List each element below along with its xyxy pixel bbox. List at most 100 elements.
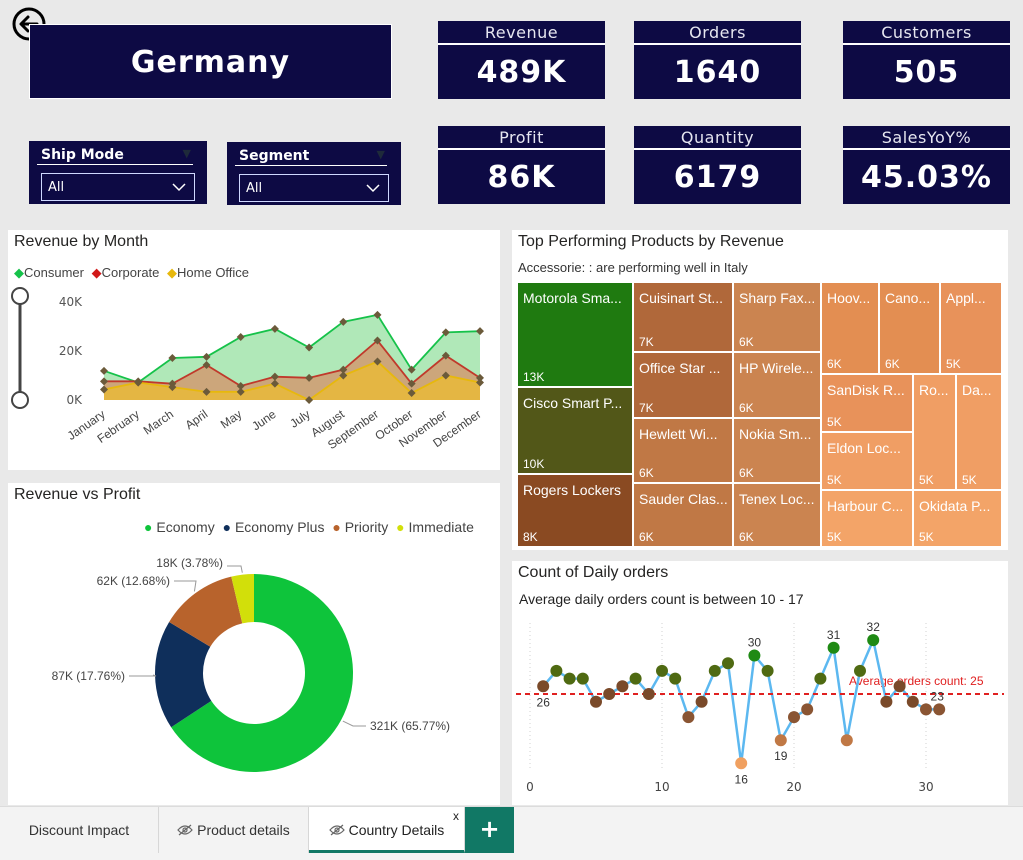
data-label: 19 <box>774 749 788 763</box>
data-point <box>708 664 721 677</box>
tile-name: SanDisk R... <box>827 382 905 398</box>
tile-name: Okidata P... <box>919 498 991 514</box>
tab-label: Discount Impact <box>28 822 130 838</box>
data-point <box>827 641 840 654</box>
data-point <box>840 734 853 747</box>
tile-value: 5K <box>827 530 842 544</box>
xtick-label: March <box>141 407 176 438</box>
data-label: 31 <box>827 628 841 642</box>
data-point <box>563 672 576 685</box>
treemap-tile[interactable]: Ro... 5K <box>913 374 956 490</box>
tab-label: Product details <box>197 822 290 838</box>
tile-name: Tenex Loc... <box>739 491 815 507</box>
tile-value: 8K <box>523 530 538 544</box>
kpi-value: 45.03% <box>861 160 992 195</box>
kpi-label: Customers <box>843 21 1010 45</box>
data-point <box>854 664 866 677</box>
treemap-tile[interactable]: Nokia Sm... 6K <box>733 418 821 483</box>
product-treemap: Motorola Sma... 13K Cisco Smart P... 10K Rog… <box>517 282 1003 547</box>
country-title: Germany <box>130 45 291 80</box>
treemap-tile[interactable]: Hewlett Wi... 6K <box>633 418 733 483</box>
treemap-tile[interactable]: Cisco Smart P... 10K <box>517 387 633 474</box>
data-point <box>933 703 946 716</box>
kpi-label: SalesYoY% <box>843 126 1010 150</box>
data-point <box>867 634 880 647</box>
treemap-tile[interactable]: Rogers Lockers 8K <box>517 474 633 547</box>
data-point <box>537 680 550 693</box>
revenue-by-month-panel: Revenue by Month ◆Consumer ◆Corporate ◆H… <box>8 230 500 470</box>
tile-name: Cano... <box>885 290 931 306</box>
treemap-tile[interactable]: Motorola Sma... 13K <box>517 282 633 387</box>
tab-discount-impact[interactable]: Discount Impact <box>0 807 159 853</box>
hidden-page-icon <box>177 824 194 836</box>
data-point <box>920 703 932 716</box>
treemap-tile[interactable]: Cuisinart St... 7K <box>633 282 733 352</box>
leader-line <box>227 565 243 573</box>
tile-name: Motorola Sma... <box>523 290 622 306</box>
kpi-sales-yoy: SalesYoY% 45.03% <box>843 126 1010 204</box>
data-point <box>695 695 708 708</box>
tile-value: 7K <box>639 335 654 349</box>
kpi-value: 1640 <box>673 55 762 90</box>
tile-name: Harbour C... <box>827 498 904 514</box>
data-point <box>669 672 682 685</box>
data-point <box>629 672 642 685</box>
tile-value: 5K <box>919 530 934 544</box>
segment-dropdown[interactable]: All <box>239 174 389 202</box>
treemap-tile[interactable]: Da... 5K <box>956 374 1002 490</box>
tab-country-details[interactable]: Country Details x <box>309 807 465 853</box>
data-point <box>682 711 695 724</box>
treemap-tile[interactable]: HP Wirele... 6K <box>733 352 821 418</box>
orders-line <box>542 635 940 764</box>
tile-value: 6K <box>739 530 754 544</box>
tab-product-details[interactable]: Product details <box>159 807 309 853</box>
data-point <box>788 711 800 724</box>
chevron-down-icon <box>172 183 186 192</box>
ship-mode-slicer: Ship Mode ▼ All <box>29 141 207 204</box>
xtick-label: June <box>249 407 279 434</box>
close-tab-icon[interactable]: x <box>453 793 459 839</box>
revenue-by-month-chart: JanuaryFebruaryMarch April May June JulyAugu… <box>65 310 484 452</box>
treemap-tile[interactable]: Sauder Clas... 6K <box>633 483 733 547</box>
kpi-value: 505 <box>893 55 960 90</box>
tile-name: Sharp Fax... <box>739 290 816 306</box>
data-point <box>735 757 748 770</box>
treemap-tile[interactable]: SanDisk R... 5K <box>821 374 913 432</box>
treemap-tile[interactable]: Sharp Fax... 6K <box>733 282 821 352</box>
tile-value: 5K <box>827 415 842 429</box>
tile-name: Ro... <box>919 382 949 398</box>
tile-value: 6K <box>639 466 654 480</box>
data-label: 321K (65.77%) <box>370 719 450 733</box>
treemap-tile[interactable]: Eldon Loc... 5K <box>821 432 913 490</box>
treemap-tile[interactable]: Okidata P... 5K <box>913 490 1002 547</box>
data-point <box>893 680 906 693</box>
treemap-tile[interactable]: Appl... 5K <box>940 282 1002 374</box>
treemap-tile[interactable]: Office Star ... 7K <box>633 352 733 418</box>
add-page-button[interactable]: + <box>465 807 514 853</box>
data-point <box>576 672 589 685</box>
kpi-quantity: Quantity 6179 <box>634 126 801 204</box>
ship-mode-dropdown[interactable]: All <box>41 173 195 201</box>
chevron-down-icon[interactable]: ▼ <box>183 147 191 160</box>
treemap-tile[interactable]: Hoov... 6K <box>821 282 879 374</box>
treemap-tile[interactable]: Tenex Loc... 6K <box>733 483 821 547</box>
tile-value: 6K <box>639 530 654 544</box>
kpi-label: Revenue <box>438 21 605 45</box>
tile-name: Eldon Loc... <box>827 440 901 456</box>
tile-value: 6K <box>739 335 754 349</box>
tile-value: 5K <box>919 473 934 487</box>
data-point <box>761 664 774 677</box>
data-label: 87K (17.76%) <box>52 669 125 683</box>
kpi-label: Profit <box>438 126 605 150</box>
xtick-label: May <box>218 407 245 431</box>
tile-name: Cuisinart St... <box>639 290 724 306</box>
panel-subtitle: Accessorie: : are performing well in Ita… <box>518 260 748 275</box>
tile-name: Rogers Lockers <box>523 482 622 498</box>
data-label: 26 <box>537 695 551 709</box>
treemap-tile[interactable]: Cano... 6K <box>879 282 940 374</box>
tile-value: 5K <box>946 357 961 371</box>
chevron-down-icon[interactable]: ▼ <box>377 148 385 161</box>
treemap-tile[interactable]: Harbour C... 5K <box>821 490 913 547</box>
data-label: 18K (3.78%) <box>156 556 223 570</box>
tile-name: Cisco Smart P... <box>523 395 623 411</box>
